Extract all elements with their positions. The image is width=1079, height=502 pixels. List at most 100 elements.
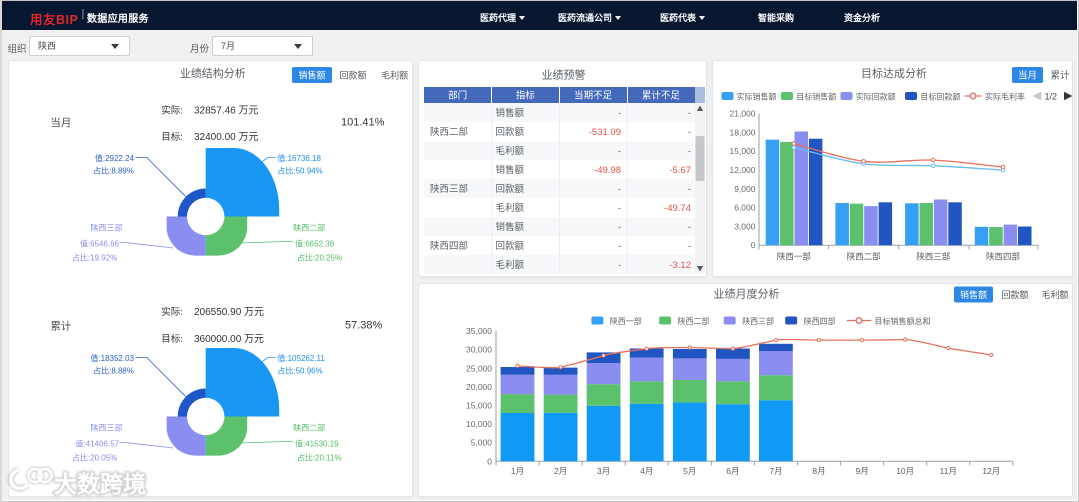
svg-text:占比:19.92%: 占比:19.92% <box>72 253 117 263</box>
svg-text:累计不足: 累计不足 <box>642 90 681 102</box>
svg-text:陕西四部: 陕西四部 <box>430 240 468 252</box>
svg-text:实际:: 实际: <box>161 105 183 117</box>
svg-text:0: 0 <box>487 456 492 466</box>
svg-text:大数跨境: 大数跨境 <box>54 471 146 497</box>
svg-text:10,000: 10,000 <box>466 419 492 429</box>
svg-text:-: - <box>688 108 691 119</box>
svg-text:销售额: 销售额 <box>496 107 525 119</box>
svg-text:占比:20.25%: 占比:20.25% <box>297 253 342 263</box>
svg-text:值:16736.18: 值:16736.18 <box>277 153 321 163</box>
svg-text:值:2922.24: 值:2922.24 <box>95 153 135 163</box>
svg-text:12,000: 12,000 <box>730 165 756 175</box>
svg-text:15,000: 15,000 <box>466 401 492 411</box>
svg-text:回款额: 回款额 <box>1001 289 1028 300</box>
svg-text:2月: 2月 <box>554 466 567 476</box>
svg-text:9,000: 9,000 <box>734 184 756 194</box>
svg-text:20,000: 20,000 <box>466 382 492 392</box>
svg-text:25,000: 25,000 <box>466 363 492 373</box>
svg-text:销售额: 销售额 <box>496 164 525 176</box>
svg-text:业绩预警: 业绩预警 <box>542 68 586 82</box>
svg-text:57.38%: 57.38% <box>345 320 383 332</box>
svg-text:陕西二部: 陕西二部 <box>293 423 325 433</box>
svg-text:回款额: 回款额 <box>496 183 525 195</box>
svg-text:陕西一部: 陕西一部 <box>610 316 642 326</box>
svg-text:回款额: 回款额 <box>339 70 366 81</box>
svg-text:当月: 当月 <box>50 116 71 129</box>
svg-text:回款额: 回款额 <box>496 240 525 252</box>
svg-text:回款额: 回款额 <box>496 126 525 138</box>
svg-text:18,000: 18,000 <box>730 127 756 137</box>
svg-text:值:6546.66: 值:6546.66 <box>80 238 120 248</box>
svg-text:-: - <box>618 146 621 157</box>
svg-text:实际销售额: 实际销售额 <box>737 91 777 101</box>
svg-text:指标: 指标 <box>516 90 536 102</box>
svg-text:目标回款额: 目标回款额 <box>920 91 960 101</box>
svg-text:目标:: 目标: <box>161 131 183 143</box>
svg-text:-: - <box>688 146 691 157</box>
svg-text:毛利额: 毛利额 <box>496 202 525 214</box>
svg-text:1月: 1月 <box>511 466 524 476</box>
svg-text:陕西三部: 陕西三部 <box>91 423 123 433</box>
svg-text:206550.90 万元: 206550.90 万元 <box>194 307 264 318</box>
svg-text:值:18352.03: 值:18352.03 <box>90 353 134 363</box>
svg-text:6月: 6月 <box>726 466 739 476</box>
svg-text:6,000: 6,000 <box>734 203 756 213</box>
svg-text:值:6652.38: 值:6652.38 <box>295 238 335 248</box>
svg-text:5月: 5月 <box>683 466 696 476</box>
svg-text:4月: 4月 <box>640 466 653 476</box>
svg-text:占比:8.88%: 占比:8.88% <box>93 366 134 376</box>
svg-text:陕西四部: 陕西四部 <box>986 252 1021 262</box>
svg-text:15,000: 15,000 <box>730 146 756 156</box>
svg-text:占比:50.94%: 占比:50.94% <box>277 166 322 176</box>
svg-text:值:41530.19: 值:41530.19 <box>295 438 339 448</box>
svg-text:360000.00 万元: 360000.00 万元 <box>194 334 264 345</box>
svg-text:7月: 7月 <box>769 466 782 476</box>
svg-text:陕西一部: 陕西一部 <box>777 252 812 262</box>
svg-text:毛利额: 毛利额 <box>1041 289 1068 300</box>
svg-text:-: - <box>618 222 621 233</box>
svg-text:-531.09: -531.09 <box>589 127 621 138</box>
svg-text:-: - <box>688 184 691 195</box>
svg-text:-: - <box>618 184 621 195</box>
svg-text:32400.00 万元: 32400.00 万元 <box>194 132 259 143</box>
svg-text:当月: 当月 <box>1018 70 1037 82</box>
svg-text:-5.67: -5.67 <box>669 165 691 176</box>
svg-text:-49.98: -49.98 <box>594 165 621 176</box>
svg-text:5,000: 5,000 <box>471 438 493 448</box>
svg-text:-49.74: -49.74 <box>664 203 691 214</box>
svg-text:陕西二部: 陕西二部 <box>847 252 882 262</box>
svg-text:陕西二部: 陕西二部 <box>678 316 710 326</box>
svg-text:销售额: 销售额 <box>960 289 987 300</box>
svg-text:累计: 累计 <box>50 320 71 333</box>
svg-text:陕西三部: 陕西三部 <box>430 183 468 195</box>
svg-text:陕西二部: 陕西二部 <box>293 223 325 233</box>
svg-text:占比:50.96%: 占比:50.96% <box>277 366 322 376</box>
svg-text:11月: 11月 <box>940 466 957 476</box>
svg-text:部门: 部门 <box>448 90 467 102</box>
svg-text:业绩月度分析: 业绩月度分析 <box>714 287 780 301</box>
svg-text:12月: 12月 <box>982 466 1000 476</box>
svg-text:目标销售额总和: 目标销售额总和 <box>875 316 931 326</box>
svg-text:1/2: 1/2 <box>1045 92 1058 102</box>
svg-text:累计: 累计 <box>1050 70 1070 82</box>
svg-text:陕西三部: 陕西三部 <box>742 316 774 326</box>
svg-text:占比:8.89%: 占比:8.89% <box>93 166 134 176</box>
svg-text:占比:20.11%: 占比:20.11% <box>297 453 342 463</box>
svg-text:32857.46 万元: 32857.46 万元 <box>194 106 259 117</box>
svg-text:-: - <box>688 127 691 138</box>
svg-text:-: - <box>618 241 621 252</box>
svg-text:8月: 8月 <box>812 466 825 476</box>
svg-text:值:41406.57: 值:41406.57 <box>75 438 119 448</box>
svg-text:0: 0 <box>751 240 756 250</box>
svg-text:实际毛利率: 实际毛利率 <box>985 91 1025 101</box>
svg-text:业绩结构分析: 业绩结构分析 <box>180 66 246 80</box>
svg-text:-: - <box>688 241 691 252</box>
svg-text:目标达成分析: 目标达成分析 <box>861 66 927 80</box>
svg-text:当期不足: 当期不足 <box>574 90 613 102</box>
svg-text:-: - <box>688 222 691 233</box>
svg-text:-3.12: -3.12 <box>669 260 691 271</box>
svg-text:毛利额: 毛利额 <box>381 70 408 81</box>
svg-text:值:105262.11: 值:105262.11 <box>277 353 325 363</box>
svg-text:目标销售额: 目标销售额 <box>796 91 836 101</box>
svg-text:毛利额: 毛利额 <box>496 145 525 157</box>
